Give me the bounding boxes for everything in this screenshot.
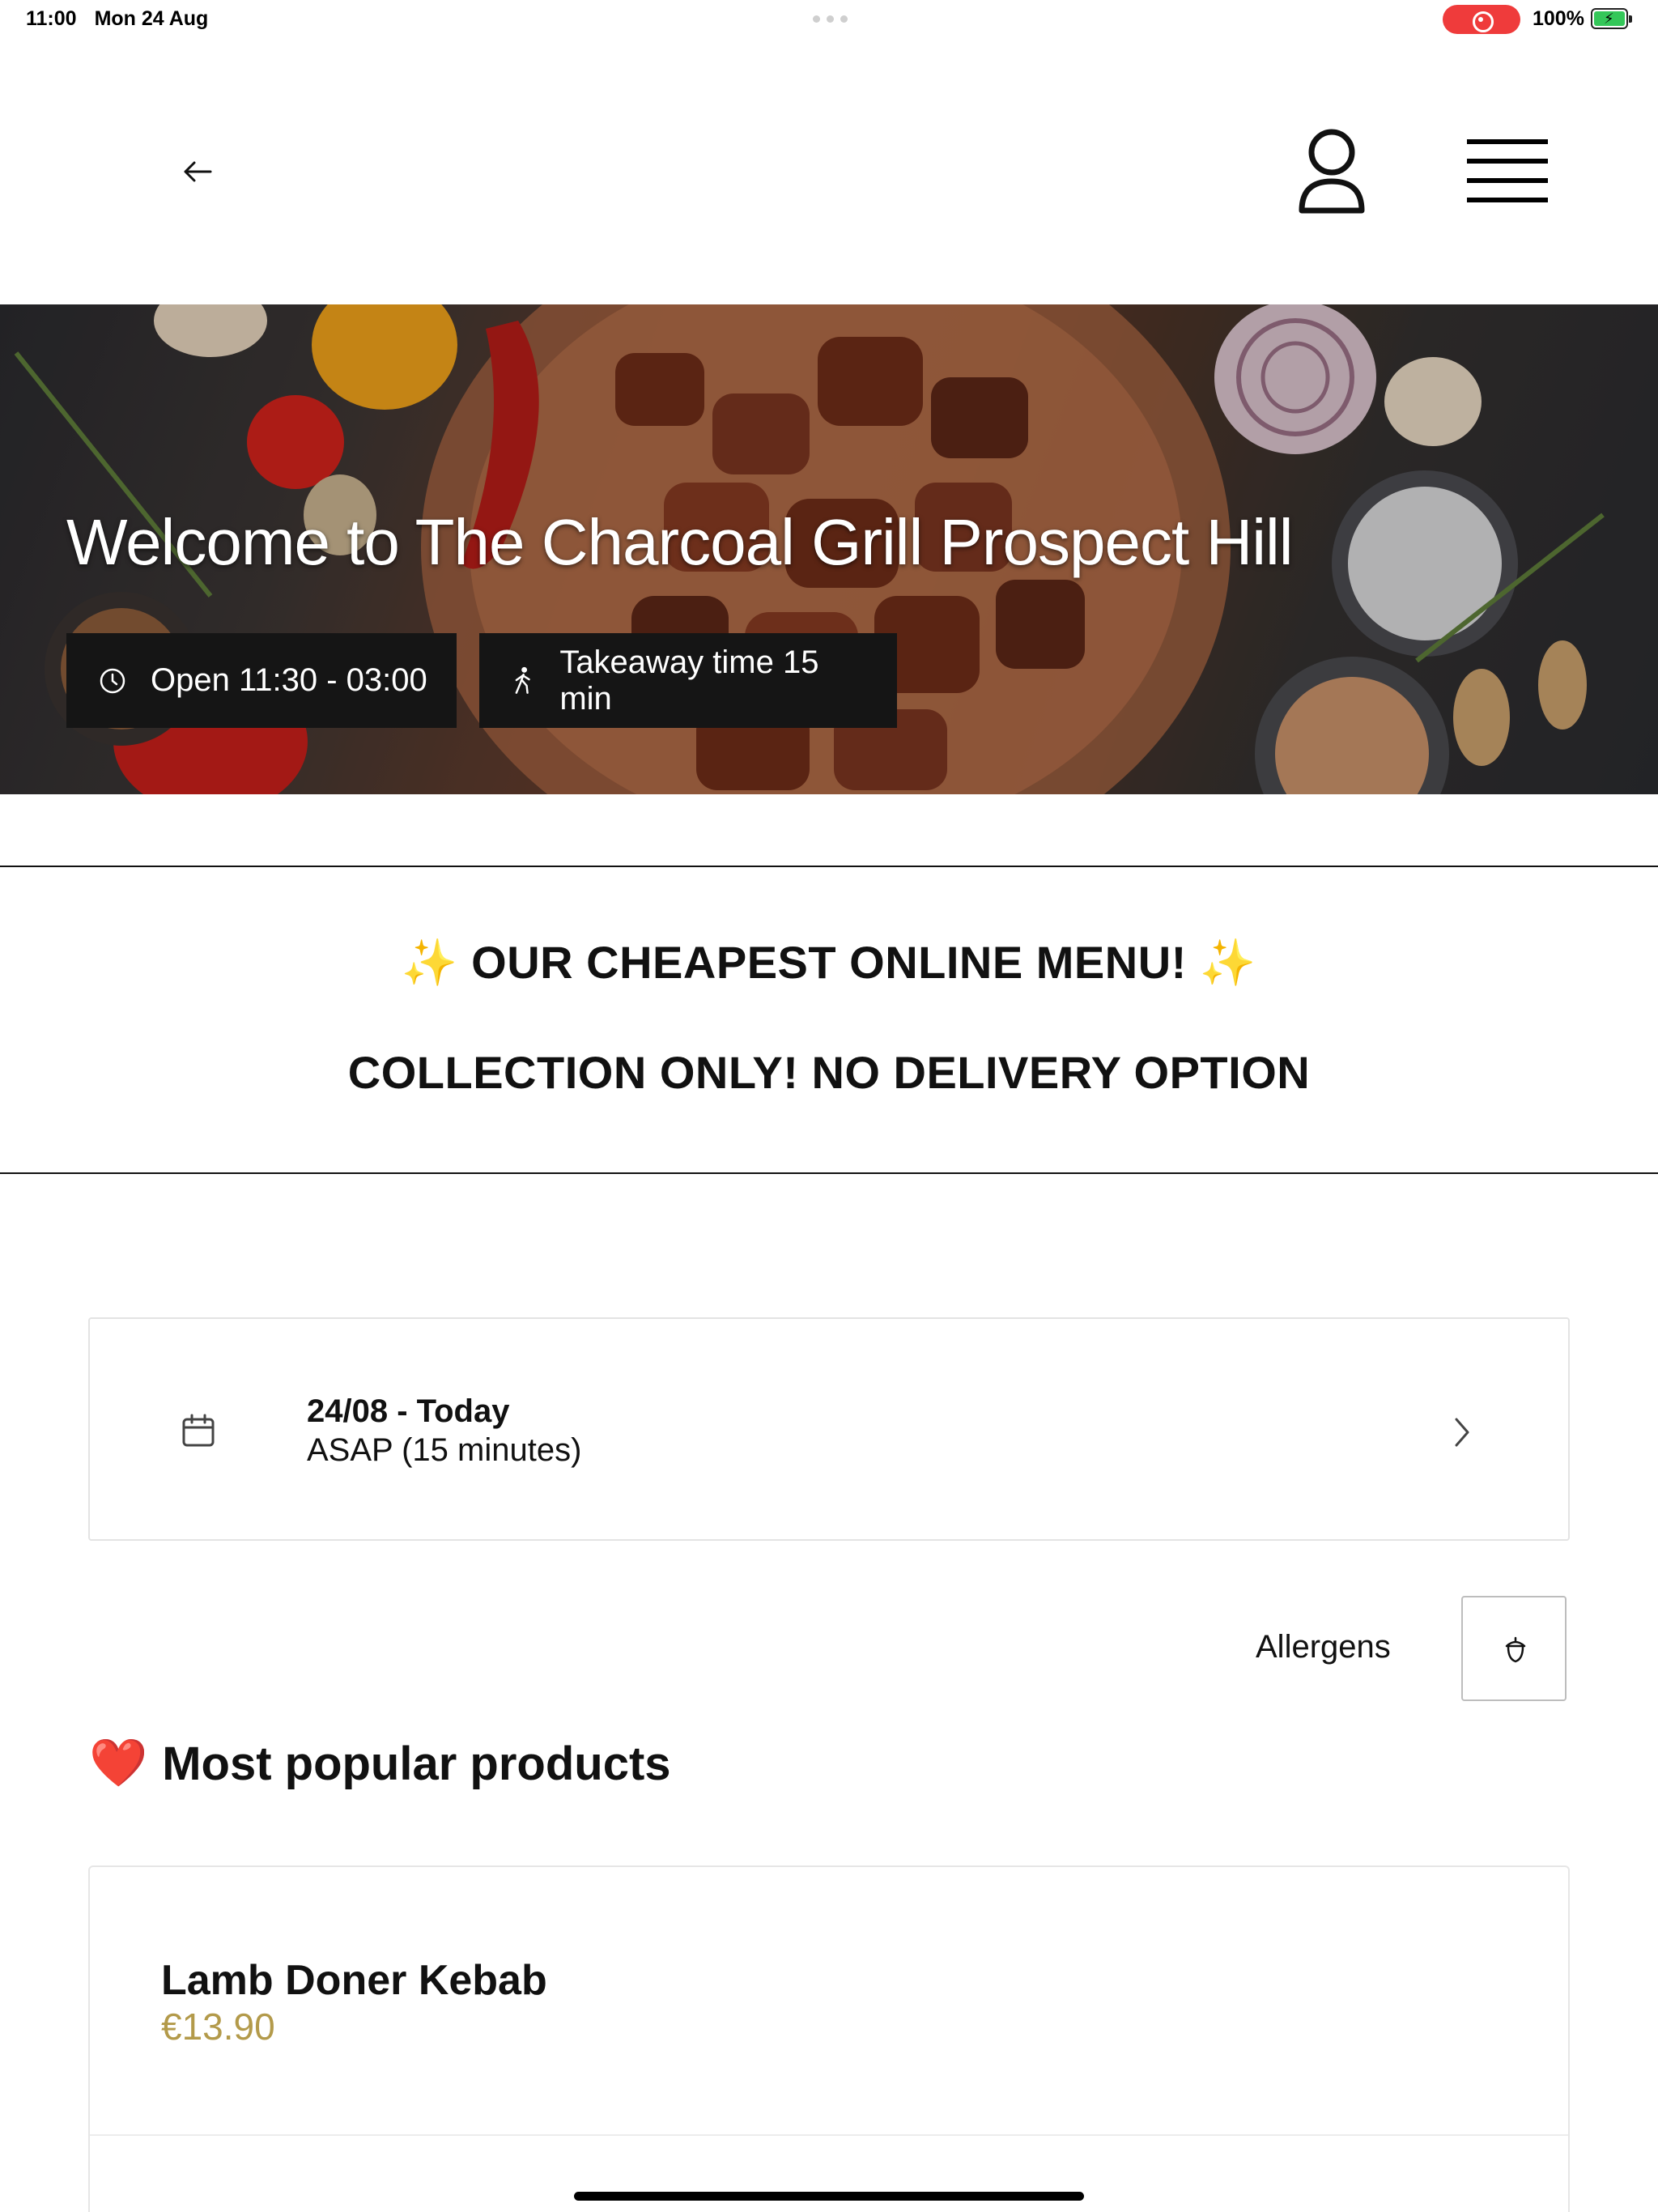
home-indicator[interactable]	[574, 2192, 1084, 2201]
divider-top	[0, 866, 1658, 867]
product-price: €13.90	[161, 2006, 275, 2048]
heart-icon: ❤️	[89, 1737, 148, 1789]
restaurant-welcome-title: Welcome to The Charcoal Grill Prospect H…	[66, 506, 1294, 578]
calendar-icon	[182, 1414, 215, 1447]
screen-recording-icon[interactable]	[1443, 5, 1520, 34]
opening-hours-text: Open 11:30 - 03:00	[151, 662, 427, 698]
promo-headline-text: OUR CHEAPEST ONLINE MENU!	[471, 937, 1187, 988]
sparkle-icon: ✨	[401, 937, 459, 988]
battery-icon: ⚡	[1591, 8, 1632, 29]
app-page: 11:00 Mon 24 Aug 100% ⚡ Welcome to The C…	[0, 0, 1658, 2212]
multitasking-dots[interactable]	[813, 15, 848, 23]
allergens-filter-button[interactable]	[1461, 1596, 1567, 1701]
opening-hours-badge: Open 11:30 - 03:00	[66, 633, 457, 728]
profile-button[interactable]	[1295, 128, 1368, 217]
arrow-left-icon	[184, 161, 212, 182]
status-time-date: 11:00 Mon 24 Aug	[26, 7, 208, 31]
takeaway-time-badge: Takeaway time 15 min	[479, 633, 897, 728]
promo-headline: ✨ OUR CHEAPEST ONLINE MENU! ✨	[0, 936, 1658, 989]
product-name: Lamb Doner Kebab	[161, 1957, 547, 2004]
collection-only-notice: COLLECTION ONLY! NO DELIVERY OPTION	[347, 1047, 1311, 1098]
product-divider	[90, 2134, 1568, 2136]
hamburger-menu-button[interactable]	[1467, 136, 1550, 209]
back-button[interactable]	[172, 154, 223, 189]
most-popular-title: Most popular products	[162, 1737, 671, 1790]
order-time-selector[interactable]: 24/08 - Today ASAP (15 minutes)	[88, 1317, 1570, 1541]
acorn-icon	[1505, 1636, 1526, 1663]
hero-banner: Welcome to The Charcoal Grill Prospect H…	[0, 304, 1658, 794]
divider-bottom	[0, 1172, 1658, 1174]
battery-percent: 100%	[1533, 7, 1584, 30]
status-time: 11:00	[26, 7, 77, 30]
status-date: Mon 24 Aug	[94, 7, 209, 30]
sparkle-icon: ✨	[1199, 937, 1257, 988]
allergens-label: Allergens	[1256, 1629, 1391, 1665]
order-time: ASAP (15 minutes)	[307, 1432, 582, 1468]
walking-person-icon	[515, 666, 530, 694]
takeaway-time-text: Takeaway time 15 min	[559, 644, 819, 717]
clock-icon	[100, 668, 125, 693]
status-bar: 11:00 Mon 24 Aug 100% ⚡	[0, 0, 1658, 39]
most-popular-heading: ❤️ Most popular products	[89, 1736, 671, 1791]
product-card[interactable]: Lamb Doner Kebab €13.90	[88, 1865, 1570, 2212]
user-icon	[1299, 129, 1365, 214]
chevron-right-icon	[1455, 1418, 1469, 1447]
order-date: 24/08 - Today	[307, 1393, 510, 1429]
